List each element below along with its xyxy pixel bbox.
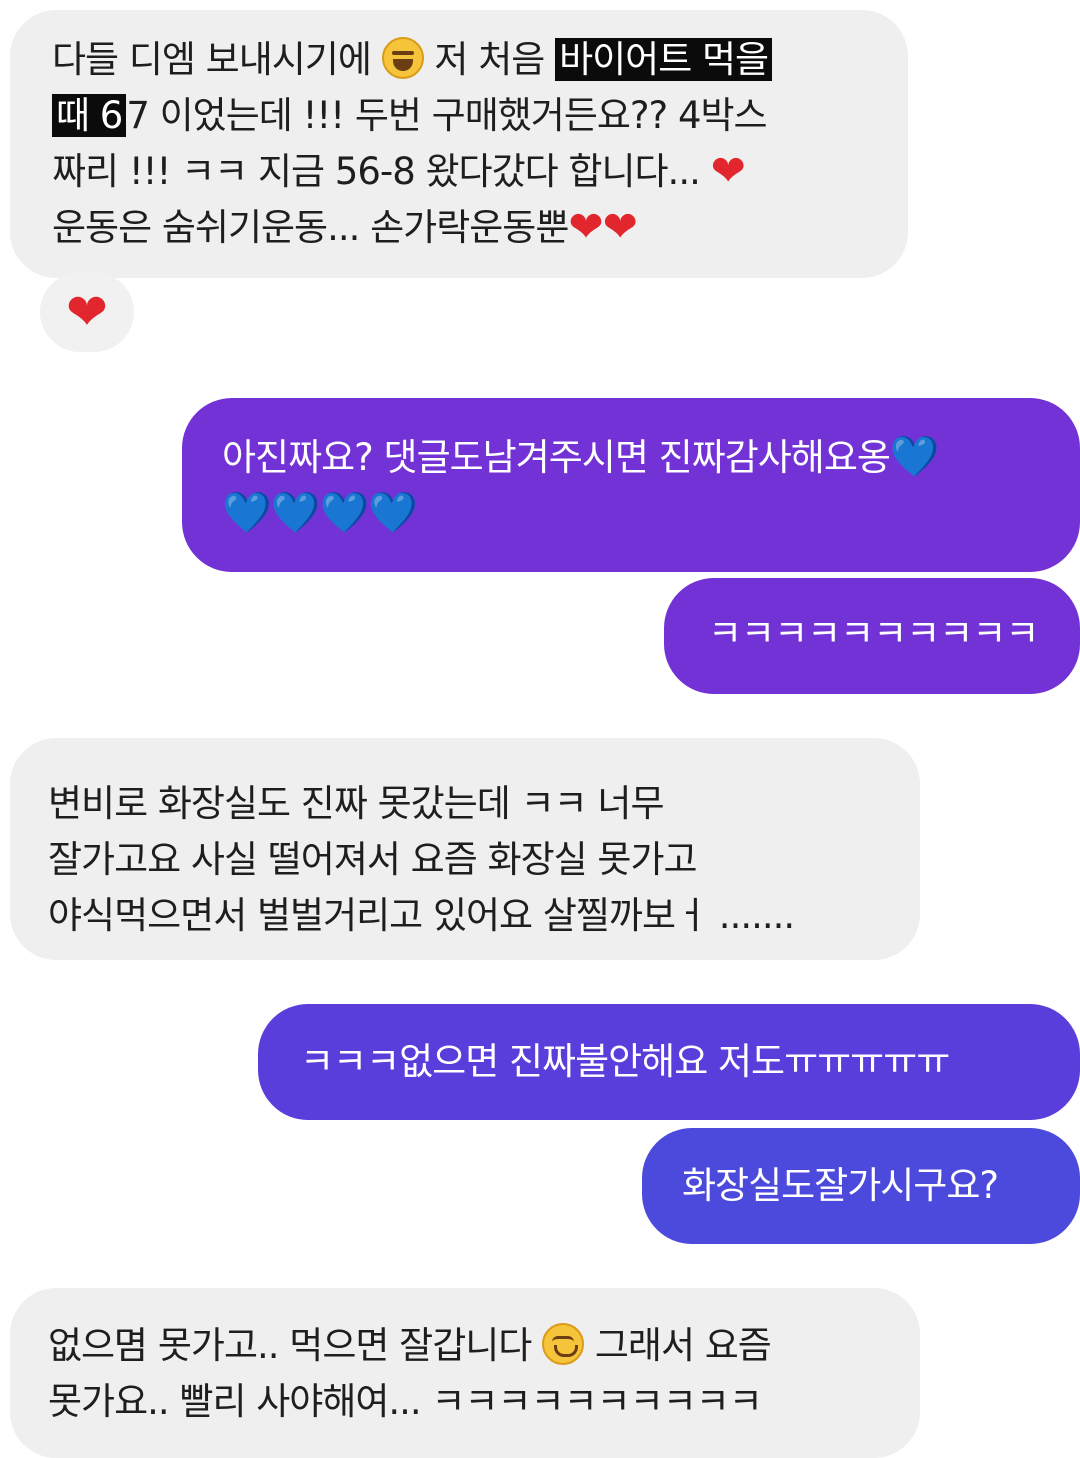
- message-line: 못가요.. 빨리 사야해여... ㅋㅋㅋㅋㅋㅋㅋㅋㅋㅋ: [48, 1374, 920, 1430]
- message-text: 아진짜요? 댓글도남겨주시면 진짜감사해요옹: [222, 436, 891, 479]
- message-line: ㅋㅋㅋ없으면 진짜불안해요 저도ㅠㅠㅠㅠㅠ: [300, 1034, 1080, 1090]
- highlighted-text: 때 6: [52, 94, 127, 137]
- sent-message-bubble[interactable]: 화장실도잘가시구요?: [642, 1128, 1080, 1244]
- message-text: 잘가고요 사실 떨어져서 요즘 화장실 못가고: [48, 838, 698, 881]
- message-text: ㅋㅋㅋ없으면 진짜불안해요 저도ㅠㅠㅠㅠㅠ: [300, 1040, 950, 1083]
- message-text: ㅋㅋㅋㅋㅋㅋㅋㅋㅋㅋ: [708, 612, 1039, 655]
- sent-message-bubble[interactable]: ㅋㅋㅋ없으면 진짜불안해요 저도ㅠㅠㅠㅠㅠ: [258, 1004, 1080, 1120]
- message-line: 💙💙💙💙: [222, 486, 1080, 542]
- message-line: 화장실도잘가시구요?: [682, 1158, 1080, 1214]
- light-blue-heart-icon: 💙💙💙💙: [222, 489, 418, 536]
- received-message-bubble[interactable]: 다들 디엠 보내시기에 저 처음 바이어트 먹을 때 67 이었는데 !!! 두…: [10, 10, 908, 278]
- message-text: 없으몀 못가고.. 먹으면 잘갑니다: [48, 1324, 532, 1367]
- received-message-bubble[interactable]: 변비로 화장실도 진짜 못갔는데 ㅋㅋ 너무 잘가고요 사실 떨어져서 요즘 화…: [10, 738, 920, 960]
- message-line: 짜리 !!! ㅋㅋ 지금 56-8 왔다갔다 합니다... ❤: [52, 144, 908, 200]
- message-text: 야식먹으면서 벌벌거리고 있어요 살찔까보ㅓ .......: [48, 894, 795, 937]
- laughing-face-icon: [381, 36, 424, 79]
- message-line: 때 67 이었는데 !!! 두번 구매했거든요?? 4박스: [52, 88, 908, 144]
- message-text: 짜리 !!! ㅋㅋ 지금 56-8 왔다갔다 합니다...: [52, 150, 701, 193]
- light-blue-heart-icon: 💙: [889, 433, 940, 480]
- message-text: 화장실도잘가시구요?: [682, 1164, 999, 1207]
- message-text: 변비로 화장실도 진짜 못갔는데 ㅋㅋ 너무: [48, 782, 664, 825]
- message-text: 못가요.. 빨리 사야해여... ㅋㅋㅋㅋㅋㅋㅋㅋㅋㅋ: [48, 1380, 763, 1423]
- red-heart-icon: ❤: [710, 145, 746, 195]
- message-line: 야식먹으면서 벌벌거리고 있어요 살찔까보ㅓ .......: [48, 888, 920, 944]
- message-line: 변비로 화장실도 진짜 못갔는데 ㅋㅋ 너무: [48, 776, 920, 832]
- smiling-face-icon: [542, 1322, 585, 1365]
- message-line: 운동은 숨쉬기운동... 손가락운동뿐❤❤: [52, 200, 908, 256]
- heart-reaction[interactable]: ❤: [40, 272, 134, 352]
- message-line: 잘가고요 사실 떨어져서 요즘 화장실 못가고: [48, 832, 920, 888]
- red-heart-icon: ❤: [66, 283, 108, 341]
- message-text: 저 처음: [434, 38, 556, 81]
- message-line: 아진짜요? 댓글도남겨주시면 진짜감사해요옹💙: [222, 430, 1080, 486]
- message-text: 운동은 숨쉬기운동... 손가락운동뿐: [52, 206, 569, 249]
- message-text: 다들 디엠 보내시기에: [52, 38, 372, 81]
- message-line: ㅋㅋㅋㅋㅋㅋㅋㅋㅋㅋ: [708, 606, 1080, 662]
- received-message-bubble[interactable]: 없으몀 못가고.. 먹으면 잘갑니다 그래서 요즘 못가요.. 빨리 사야해여.…: [10, 1288, 920, 1458]
- message-text: 7 이었는데 !!! 두번 구매했거든요?? 4박스: [126, 94, 767, 137]
- highlighted-text: 바이어트 먹을: [555, 38, 773, 81]
- sent-message-bubble[interactable]: ㅋㅋㅋㅋㅋㅋㅋㅋㅋㅋ: [664, 578, 1080, 694]
- message-line: 없으몀 못가고.. 먹으면 잘갑니다 그래서 요즘: [48, 1318, 920, 1374]
- sent-message-bubble[interactable]: 아진짜요? 댓글도남겨주시면 진짜감사해요옹💙 💙💙💙💙: [182, 398, 1080, 572]
- red-heart-icon: ❤❤: [568, 201, 637, 251]
- message-text: 그래서 요즘: [594, 1324, 772, 1367]
- message-line: 다들 디엠 보내시기에 저 처음 바이어트 먹을: [52, 32, 908, 88]
